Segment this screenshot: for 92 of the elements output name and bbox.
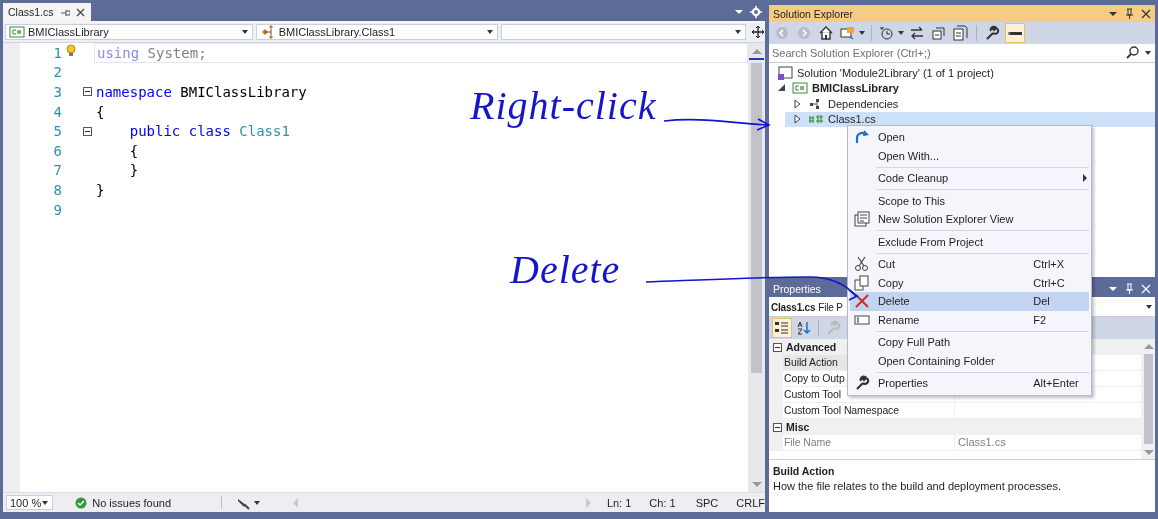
line-endings[interactable]: CRLF — [736, 496, 765, 509]
submenu-arrow-icon — [1082, 173, 1088, 184]
settings-icon[interactable] — [750, 6, 762, 18]
document-tab[interactable]: Class1.cs — [3, 3, 91, 21]
collapse-icon[interactable] — [82, 126, 92, 136]
project-icon — [9, 24, 25, 40]
code-line: public class Class1 — [128, 123, 290, 140]
check-icon — [75, 496, 88, 509]
description-text: How the file relates to the build and deployment processes. — [773, 480, 1062, 492]
code-line: namespace BMIClassLibrary — [96, 84, 307, 100]
sync-icon[interactable] — [908, 24, 926, 42]
tree-item[interactable]: Solution 'Module2Library' (1 of 1 project) — [775, 65, 1155, 81]
menu-item[interactable]: New Solution Explorer View — [850, 210, 1089, 229]
clock-icon[interactable] — [878, 24, 896, 42]
scissors-icon — [853, 256, 870, 273]
description-title: Build Action — [773, 465, 836, 477]
line-number: 8 — [52, 181, 62, 198]
panel-title-bar: Solution Explorer — [769, 5, 1155, 22]
views-icon[interactable] — [839, 24, 857, 42]
caret-icon — [240, 28, 249, 36]
dropdown-icon[interactable] — [734, 7, 744, 17]
menu-item[interactable]: Exclude From Project — [850, 232, 1089, 251]
menu-item[interactable]: Open Containing Folder — [850, 351, 1089, 370]
preview-icon[interactable] — [1005, 23, 1025, 43]
caret-icon — [41, 498, 50, 507]
property-value[interactable]: Class1.cs — [955, 435, 1141, 450]
menu-item[interactable]: Open With... — [850, 146, 1089, 165]
collapse-icon[interactable] — [82, 87, 92, 97]
alphabetical-icon[interactable] — [795, 319, 813, 337]
menu-item[interactable]: Scope to This — [850, 191, 1089, 210]
property-name[interactable]: File Name — [783, 435, 955, 450]
line-position[interactable]: Ln: 1 — [606, 496, 632, 509]
collapse-all-icon[interactable] — [930, 24, 948, 42]
copy-icon — [853, 274, 870, 291]
show-all-files-icon[interactable] — [952, 24, 970, 42]
lightbulb-icon[interactable] — [66, 44, 76, 56]
caret-icon — [252, 498, 261, 507]
csharp-project-icon — [792, 80, 808, 97]
pin-icon[interactable] — [1124, 8, 1135, 19]
property-name[interactable]: Custom Tool Namespace — [783, 403, 955, 418]
line-number: 6 — [52, 142, 62, 159]
menu-item[interactable]: Copy Full Path — [850, 333, 1089, 352]
line-number: 7 — [52, 162, 62, 179]
split-icon[interactable] — [751, 25, 765, 39]
line-number: 9 — [52, 201, 62, 218]
zoom-dropdown[interactable]: 100 % — [6, 495, 54, 510]
close-icon[interactable] — [74, 6, 86, 18]
handwritten-note: Right-click — [470, 82, 657, 129]
collapsed-arrow-icon[interactable] — [793, 113, 802, 126]
collapse-icon[interactable] — [773, 422, 782, 432]
delete-icon — [853, 293, 870, 310]
category-label: Advanced — [786, 341, 837, 353]
caret-icon[interactable] — [858, 29, 865, 37]
code-line: using System; — [97, 44, 207, 61]
handwritten-note: Delete — [510, 246, 621, 293]
type-dropdown[interactable]: BMIClassLibrary.Class1 — [255, 24, 499, 40]
menu-item[interactable]: Delete Del — [850, 292, 1089, 311]
close-icon[interactable] — [1141, 8, 1151, 19]
collapse-icon[interactable] — [773, 342, 782, 352]
whitespace-mode[interactable]: SPC — [695, 496, 719, 509]
line-number: 1 — [52, 44, 62, 61]
caret-icon — [486, 28, 495, 36]
code-line: } — [128, 162, 139, 179]
category-label: Misc — [786, 421, 810, 433]
window-icon — [853, 211, 870, 228]
column-position[interactable]: Ch: 1 — [649, 496, 676, 509]
menu-item[interactable]: Properties Alt+Enter — [850, 374, 1089, 393]
search-icon — [1125, 45, 1141, 61]
menu-item[interactable]: Open — [850, 128, 1089, 147]
caret-icon — [1145, 303, 1152, 311]
menu-item[interactable]: Cut Ctrl+X — [850, 255, 1089, 274]
code-line: { — [128, 142, 139, 159]
tree-item[interactable]: BMIClassLibrary — [775, 80, 1155, 96]
caret-icon — [1144, 49, 1151, 57]
project-dropdown[interactable]: BMIClassLibrary — [5, 24, 253, 40]
line-number: 3 — [52, 84, 62, 100]
open-icon — [853, 129, 870, 146]
menu-item[interactable]: Rename F2 — [850, 310, 1089, 329]
home-icon[interactable] — [817, 24, 835, 42]
line-number: 2 — [52, 64, 62, 81]
menu-item[interactable]: Code Cleanup — [850, 169, 1089, 188]
issues-status[interactable]: No issues found — [92, 496, 172, 509]
tree-item[interactable]: Dependencies — [791, 96, 1155, 112]
categorized-icon[interactable] — [772, 318, 792, 338]
code-line: } — [96, 181, 105, 198]
line-number: 5 — [52, 123, 62, 140]
code-line: { — [96, 103, 105, 120]
tree-item[interactable]: Class1.cs — [785, 111, 1155, 127]
caret-icon[interactable] — [897, 29, 904, 37]
caret-icon — [734, 28, 742, 36]
collapsed-arrow-icon[interactable] — [793, 97, 802, 110]
line-number: 4 — [52, 103, 62, 120]
